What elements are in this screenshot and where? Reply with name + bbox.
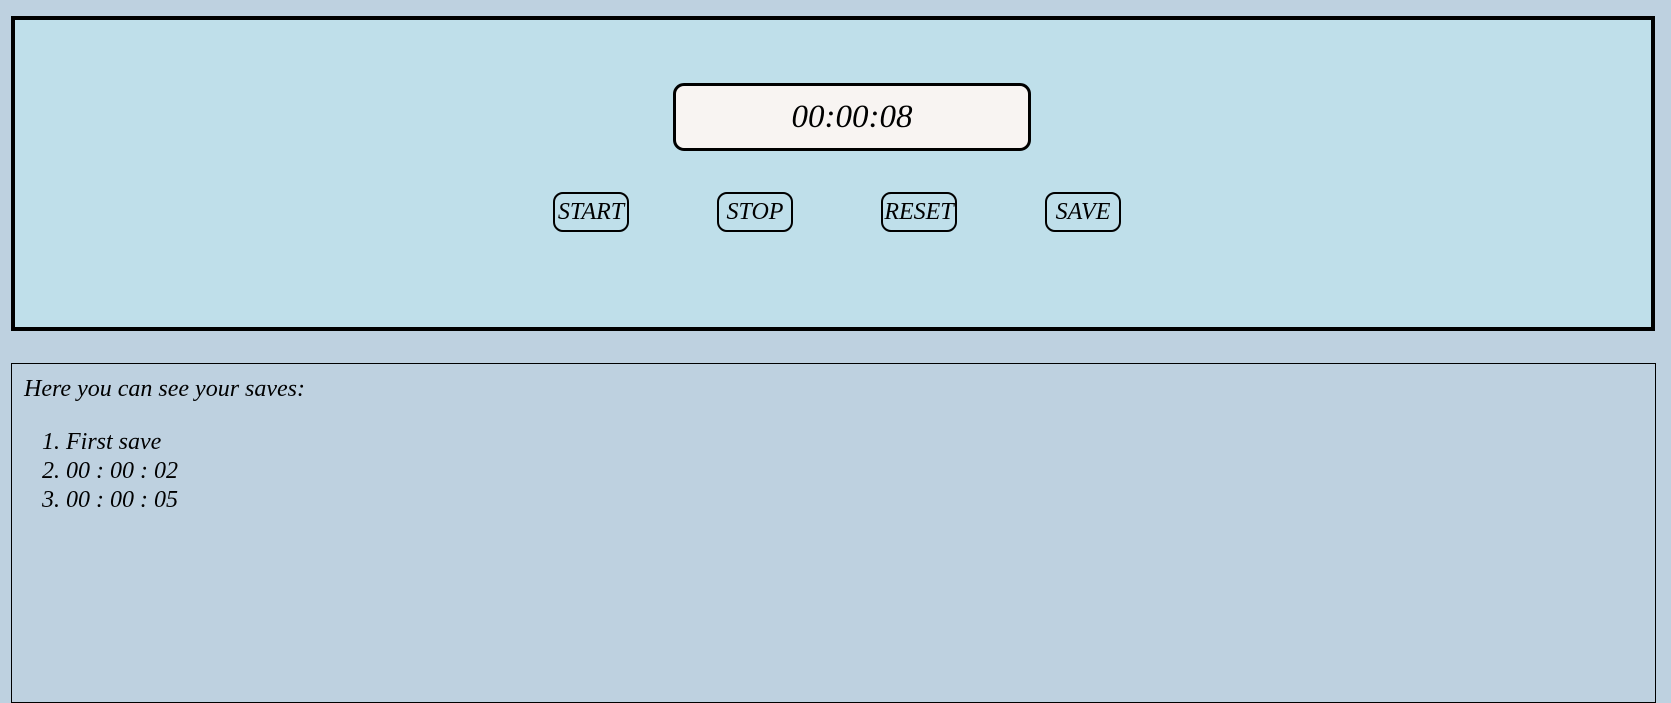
list-item-text: 00 : 00 : 05 (66, 487, 178, 513)
start-button[interactable]: START (553, 192, 629, 232)
list-item-text: 00 : 00 : 02 (66, 458, 178, 484)
list-item-text: First save (66, 429, 162, 455)
time-display: 00:00:08 (673, 83, 1031, 151)
list-item-number: 2. (42, 458, 60, 484)
reset-button[interactable]: RESET (881, 192, 957, 232)
list-item-number: 1. (42, 429, 60, 455)
saves-list: 1. First save 2. 00 : 00 : 02 3. 00 : 00 : … (24, 428, 178, 515)
stopwatch-panel: 00:00:08 START STOP RESET SAVE (11, 16, 1655, 331)
list-item: 1. First save (24, 428, 178, 457)
saves-panel: Here you can see your saves: 1. First sav… (11, 363, 1656, 703)
save-button[interactable]: SAVE (1045, 192, 1121, 232)
list-item: 2. 00 : 00 : 02 (24, 457, 178, 486)
time-display-value: 00:00:08 (791, 98, 913, 135)
saves-heading: Here you can see your saves: (24, 376, 306, 402)
list-item: 3. 00 : 00 : 05 (24, 486, 178, 515)
list-item-number: 3. (42, 487, 60, 513)
stop-button[interactable]: STOP (717, 192, 793, 232)
